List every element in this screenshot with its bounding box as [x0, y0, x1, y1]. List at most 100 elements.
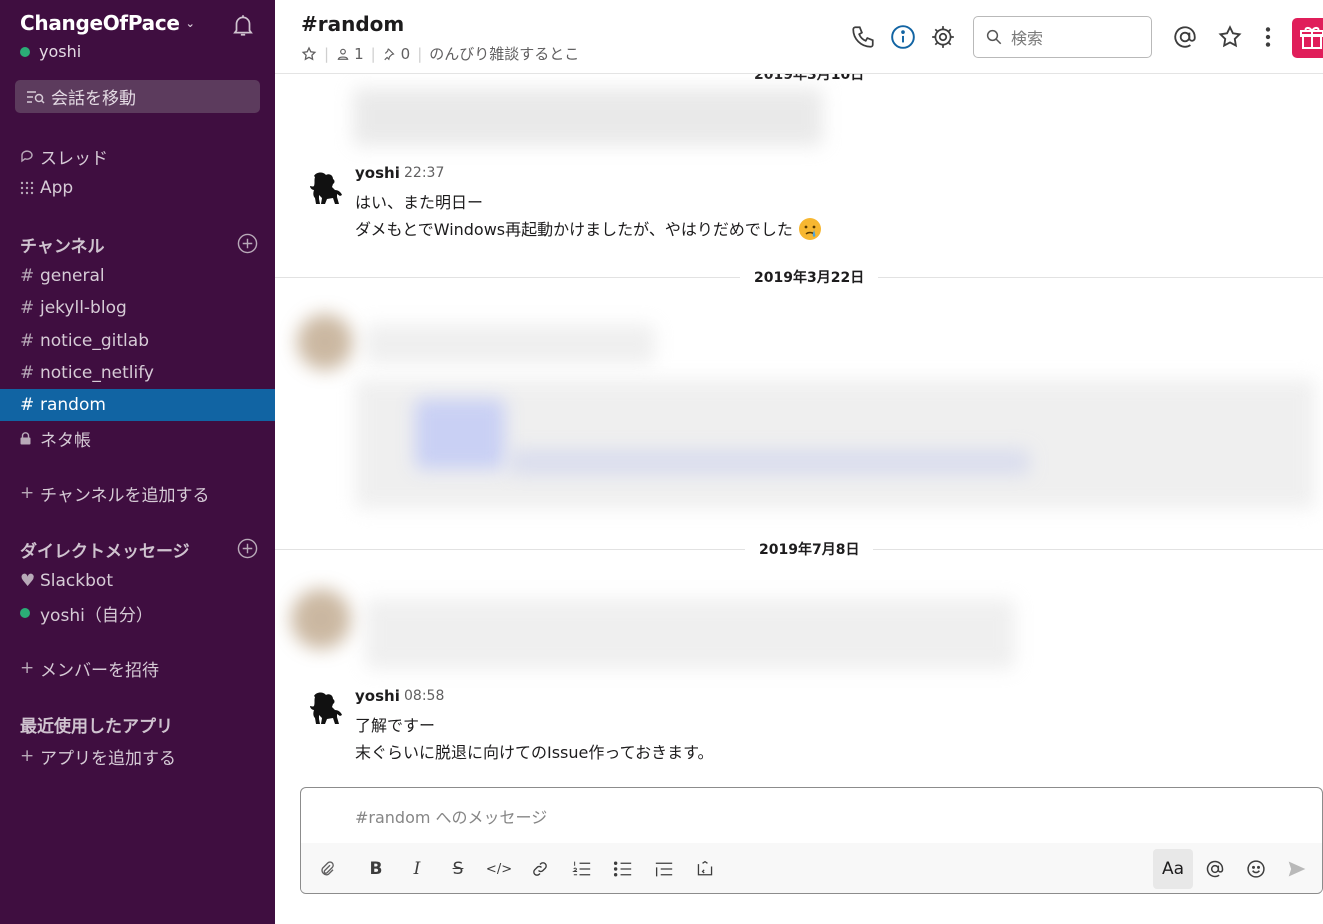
- channel-topic[interactable]: のんびり雑談するとこ: [429, 43, 579, 64]
- lock-icon: [20, 431, 40, 445]
- hash-icon: #: [20, 266, 35, 286]
- message-text: はい、また明日ー: [355, 193, 484, 212]
- divider: |: [324, 44, 330, 63]
- blurred-avatar: [297, 314, 353, 370]
- pin-icon: [384, 47, 395, 60]
- sidebar-item-general[interactable]: # general: [0, 260, 275, 292]
- channel-title[interactable]: #random: [301, 12, 404, 36]
- code-icon[interactable]: </>: [486, 856, 512, 882]
- message-timestamp[interactable]: 08:58: [404, 688, 444, 704]
- send-icon[interactable]: [1284, 856, 1310, 882]
- info-icon[interactable]: [890, 24, 916, 50]
- attach-icon[interactable]: [314, 856, 340, 882]
- crying-face-icon[interactable]: [798, 217, 822, 241]
- search-input[interactable]: 検索: [973, 16, 1152, 58]
- blurred-message: [365, 324, 655, 364]
- apps-grid-icon: [20, 181, 40, 195]
- bulleted-list-icon[interactable]: [610, 856, 636, 882]
- jump-to-label: 会話を移動: [51, 89, 136, 109]
- recent-apps-heading: 最近使用したアプリ: [20, 717, 173, 737]
- sidebar-item-threads[interactable]: スレッド: [0, 140, 275, 172]
- day-divider-label[interactable]: 2019年7月8日: [745, 539, 874, 561]
- day-divider-label[interactable]: 2019年3月22日: [740, 267, 879, 289]
- divider: |: [370, 44, 376, 63]
- sidebar-item-jekyll-blog[interactable]: # jekyll-blog: [0, 292, 275, 324]
- sidebar-item-apps[interactable]: App: [0, 172, 275, 204]
- sidebar-item-label: App: [40, 178, 74, 198]
- add-dm-plus-icon[interactable]: [237, 538, 258, 559]
- message-input[interactable]: #random へのメッセージ: [355, 804, 547, 828]
- blurred-image: [415, 399, 505, 469]
- message-text: 了解ですー: [355, 716, 436, 735]
- starred-items-icon[interactable]: [1217, 24, 1243, 50]
- mentions-icon[interactable]: [1172, 24, 1198, 50]
- workspace-switcher[interactable]: ChangeOfPace ⌄: [20, 11, 195, 35]
- blurred-avatar: [291, 589, 351, 649]
- sidebar-item-label: ネタ帳: [40, 430, 91, 451]
- sidebar-item-label: メンバーを招待: [40, 660, 159, 681]
- hash-icon: #: [20, 395, 35, 415]
- sidebar-item-label: notice_gitlab: [40, 331, 149, 351]
- plus-icon: +: [20, 746, 35, 766]
- sidebar-item-label: アプリを追加する: [40, 748, 176, 769]
- sidebar-item-self-dm[interactable]: yoshi（自分）: [0, 597, 275, 629]
- blurred-message: [365, 599, 1015, 669]
- channel-meta: | 1 | 0 | のんびり雑談するとこ: [301, 43, 579, 64]
- member-icon: [337, 48, 349, 60]
- pinned-count[interactable]: 0: [383, 44, 411, 63]
- sidebar-item-random[interactable]: # random: [0, 389, 275, 421]
- bold-icon[interactable]: B: [363, 856, 389, 882]
- jump-to-conversation-button[interactable]: 会話を移動: [15, 80, 260, 113]
- code-block-icon[interactable]: [692, 856, 718, 882]
- blockquote-icon[interactable]: [651, 856, 677, 882]
- invite-members-button[interactable]: + メンバーを招待: [0, 652, 275, 684]
- sidebar-item-label: yoshi（自分）: [40, 605, 153, 626]
- current-user-status[interactable]: yoshi: [20, 42, 81, 61]
- ordered-list-icon[interactable]: [569, 856, 595, 882]
- sidebar-item-notice-netlify[interactable]: # notice_netlify: [0, 357, 275, 389]
- sidebar-item-label: random: [40, 395, 106, 415]
- strikethrough-icon[interactable]: S: [445, 856, 471, 882]
- emoji-icon[interactable]: [1243, 856, 1269, 882]
- gift-icon: [1300, 27, 1323, 49]
- channels-heading[interactable]: チャンネル: [20, 232, 105, 257]
- formatting-toolbar: B I S </> Aa: [301, 843, 1322, 893]
- day-divider-label[interactable]: 2019年3月10日: [740, 74, 879, 86]
- direct-messages-heading[interactable]: ダイレクトメッセージ: [20, 537, 190, 562]
- sidebar-item-neta-cho[interactable]: ネタ帳: [0, 422, 275, 454]
- message-author[interactable]: yoshi: [355, 164, 400, 182]
- add-channel-plus-icon[interactable]: [237, 233, 258, 254]
- message-text: 末ぐらいに脱退に向けてのIssue作っておきます。: [355, 743, 714, 762]
- message-author[interactable]: yoshi: [355, 687, 400, 705]
- hash-icon: #: [20, 363, 35, 383]
- presence-icon: [20, 46, 30, 57]
- member-count[interactable]: 1: [336, 45, 364, 63]
- gift-button[interactable]: [1292, 18, 1323, 58]
- italic-icon[interactable]: I: [404, 856, 430, 882]
- phone-icon[interactable]: [850, 24, 876, 50]
- blurred-link: [510, 449, 1030, 475]
- gear-icon[interactable]: [930, 24, 956, 50]
- avatar[interactable]: [300, 166, 346, 212]
- mention-icon[interactable]: [1202, 856, 1228, 882]
- channel-header: #random | 1 | 0 | のんびり雑談するとこ 検索: [275, 0, 1323, 74]
- message-composer[interactable]: #random へのメッセージ B I S </> Aa: [300, 787, 1323, 894]
- sidebar: ChangeOfPace ⌄ yoshi 会話を移動 スレッド App チャンネ…: [0, 0, 275, 924]
- message-timestamp[interactable]: 22:37: [404, 165, 444, 181]
- message-list: 2019年3月10日 yoshi 22:37 はい、また明日ー ダメもとでWin…: [275, 74, 1323, 779]
- bell-icon[interactable]: [230, 12, 256, 38]
- more-vertical-icon[interactable]: [1255, 24, 1281, 50]
- hash-icon: #: [20, 331, 35, 351]
- sidebar-item-notice-gitlab[interactable]: # notice_gitlab: [0, 325, 275, 357]
- star-channel-icon[interactable]: [301, 45, 317, 62]
- sidebar-item-slackbot[interactable]: ♥ Slackbot: [0, 565, 275, 597]
- avatar[interactable]: [300, 686, 346, 732]
- hash-icon: #: [20, 298, 35, 318]
- link-icon[interactable]: [527, 856, 553, 882]
- add-app-button[interactable]: + アプリを追加する: [0, 740, 275, 772]
- pinned-count-value: 0: [400, 44, 411, 63]
- plus-icon: +: [20, 658, 35, 678]
- divider: |: [417, 44, 423, 63]
- text-format-toggle-button[interactable]: Aa: [1153, 849, 1193, 889]
- add-channel-button[interactable]: + チャンネルを追加する: [0, 477, 275, 509]
